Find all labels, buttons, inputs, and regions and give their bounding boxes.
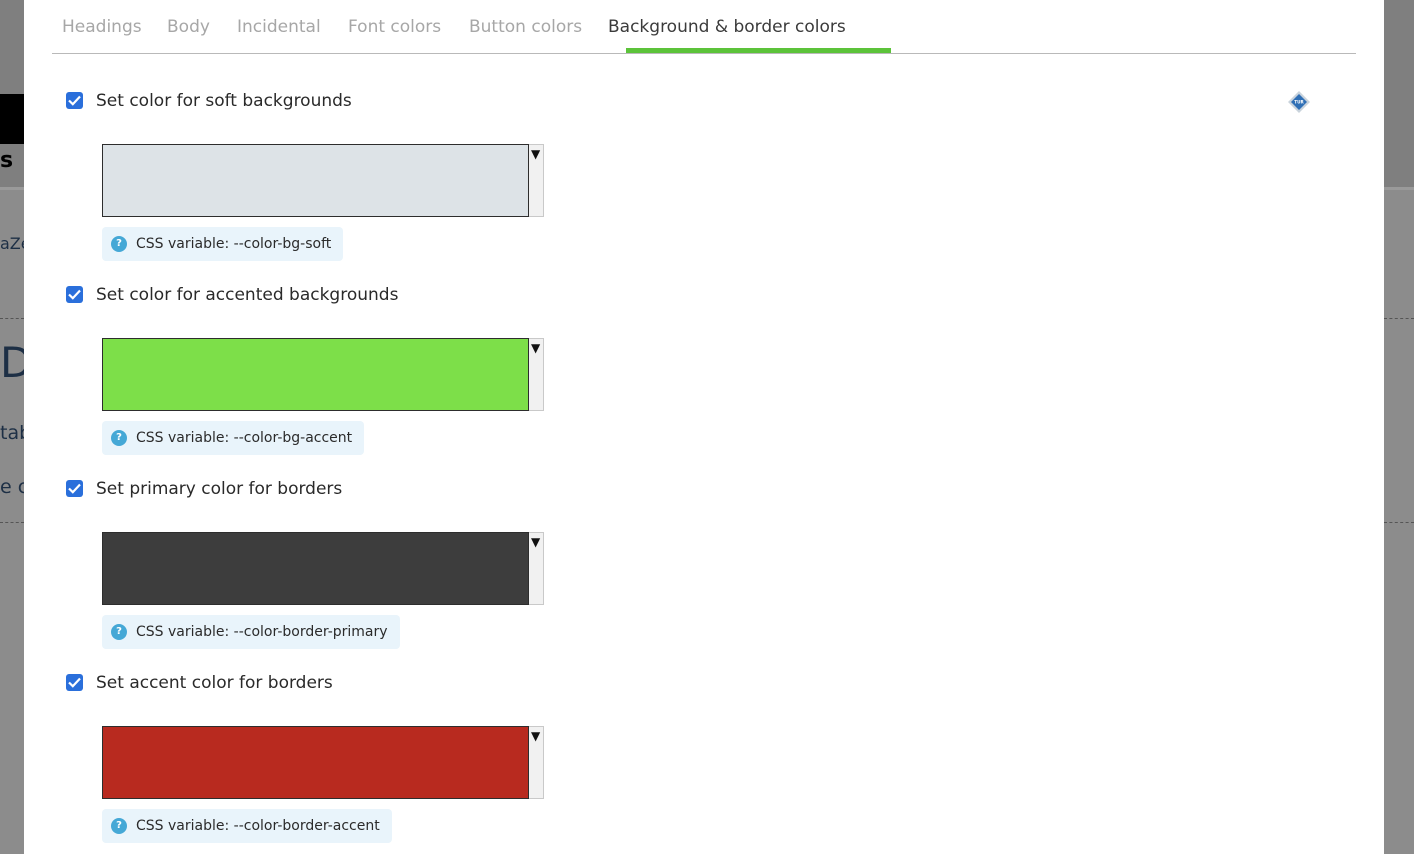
- soft-backgrounds-color-picker[interactable]: ▼: [102, 144, 544, 217]
- active-tab-indicator: [626, 48, 891, 53]
- dropdown-arrow-icon[interactable]: ▼: [529, 338, 544, 411]
- tab-headings[interactable]: Headings: [62, 0, 142, 54]
- tur-badge-icon[interactable]: TUR: [1287, 90, 1311, 114]
- tab-bar: Headings Body Incidental Font colors But…: [52, 0, 1356, 54]
- tab-incidental[interactable]: Incidental: [237, 0, 321, 54]
- tab-body[interactable]: Body: [167, 0, 210, 54]
- background-divider: [0, 318, 24, 319]
- background-divider: [0, 522, 24, 523]
- css-variable-text: CSS variable: --color-bg-soft: [136, 236, 332, 252]
- css-variable-text: CSS variable: --color-border-accent: [136, 818, 380, 834]
- css-variable-hint: ? CSS variable: --color-bg-accent: [102, 421, 365, 455]
- primary-borders-swatch[interactable]: [102, 532, 529, 605]
- background-text-fragment: tab: [0, 422, 24, 444]
- accent-borders-swatch[interactable]: [102, 726, 529, 799]
- dropdown-arrow-icon[interactable]: ▼: [529, 532, 544, 605]
- background-text-fragment: aZe: [0, 234, 24, 253]
- help-icon[interactable]: ?: [111, 430, 127, 446]
- css-variable-hint: ? CSS variable: --color-bg-soft: [102, 227, 344, 261]
- accented-backgrounds-color-picker[interactable]: ▼: [102, 338, 544, 411]
- svg-text:TUR: TUR: [1294, 100, 1304, 105]
- accent-borders-color-picker[interactable]: ▼: [102, 726, 544, 799]
- soft-backgrounds-label: Set color for soft backgrounds: [96, 91, 352, 111]
- dropdown-arrow-icon[interactable]: ▼: [529, 144, 544, 217]
- help-icon[interactable]: ?: [111, 624, 127, 640]
- help-icon[interactable]: ?: [111, 236, 127, 252]
- background-logo-letter: s: [0, 148, 14, 173]
- settings-modal: Headings Body Incidental Font colors But…: [24, 0, 1384, 854]
- primary-borders-color-picker[interactable]: ▼: [102, 532, 544, 605]
- background-logo: [0, 94, 24, 144]
- dropdown-arrow-icon[interactable]: ▼: [529, 726, 544, 799]
- accent-borders-label: Set accent color for borders: [96, 673, 333, 693]
- background-heading-fragment: Da: [0, 338, 24, 387]
- primary-borders-checkbox[interactable]: [66, 480, 83, 497]
- tab-button-colors[interactable]: Button colors: [469, 0, 582, 54]
- primary-borders-label: Set primary color for borders: [96, 479, 343, 499]
- soft-backgrounds-swatch[interactable]: [102, 144, 529, 217]
- background-text-fragment: e c: [0, 476, 24, 498]
- css-variable-hint: ? CSS variable: --color-border-accent: [102, 809, 392, 843]
- css-variable-hint: ? CSS variable: --color-border-primary: [102, 615, 400, 649]
- tab-background-border-colors[interactable]: Background & border colors: [608, 0, 846, 54]
- soft-backgrounds-checkbox[interactable]: [66, 92, 83, 109]
- background-divider: [1384, 522, 1414, 523]
- tab-font-colors[interactable]: Font colors: [348, 0, 441, 54]
- accent-borders-checkbox[interactable]: [66, 674, 83, 691]
- accented-backgrounds-swatch[interactable]: [102, 338, 529, 411]
- help-icon[interactable]: ?: [111, 818, 127, 834]
- css-variable-text: CSS variable: --color-border-primary: [136, 624, 388, 640]
- accented-backgrounds-label: Set color for accented backgrounds: [96, 285, 399, 305]
- background-divider: [1384, 318, 1414, 319]
- accented-backgrounds-checkbox[interactable]: [66, 286, 83, 303]
- css-variable-text: CSS variable: --color-bg-accent: [136, 430, 353, 446]
